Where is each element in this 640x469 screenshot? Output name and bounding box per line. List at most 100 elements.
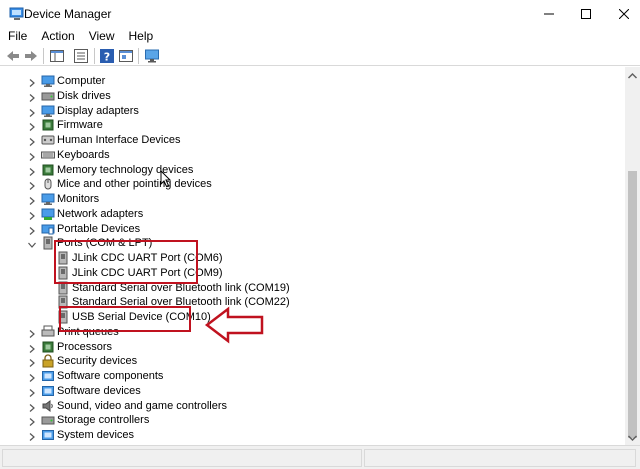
scan-hardware-icon[interactable]: [118, 48, 134, 64]
tree-category-item[interactable]: Disk drives: [0, 89, 600, 104]
monitor-icon[interactable]: [144, 48, 160, 64]
tree-item-label: Standard Serial over Bluetooth link (COM…: [72, 281, 290, 294]
menu-help[interactable]: Help: [122, 28, 161, 46]
chevron-right-icon[interactable]: [27, 372, 37, 382]
tree-category-item[interactable]: Display adapters: [0, 104, 600, 119]
chevron-right-icon[interactable]: [27, 343, 37, 353]
monitor-icon: [41, 192, 55, 206]
security-icon: [41, 354, 55, 368]
back-arrow-icon[interactable]: [5, 48, 21, 64]
title-bar[interactable]: Device Manager: [0, 0, 640, 28]
tree-category-item[interactable]: Memory technology devices: [0, 163, 600, 178]
tree-category-item[interactable]: Software components: [0, 369, 600, 384]
toolbar-separator: [43, 48, 44, 64]
forward-arrow-icon[interactable]: [23, 48, 39, 64]
system-device-icon: [41, 428, 55, 442]
tree-child-item[interactable]: Standard Serial over Bluetooth link (COM…: [0, 295, 600, 310]
tree-category-item[interactable]: Human Interface Devices: [0, 133, 600, 148]
tree-child-item[interactable]: JLink CDC UART Port (COM6): [0, 251, 600, 266]
port-icon: [56, 310, 70, 324]
chevron-right-icon[interactable]: [27, 77, 37, 87]
scroll-down-icon[interactable]: [627, 432, 638, 442]
tree-category-item[interactable]: Computer: [0, 74, 600, 89]
chevron-right-icon[interactable]: [27, 387, 37, 397]
menu-file[interactable]: File: [0, 28, 34, 46]
properties-pane-icon[interactable]: [49, 48, 65, 64]
status-bar: [0, 445, 640, 469]
tree-category-item[interactable]: Keyboards: [0, 148, 600, 163]
chevron-right-icon[interactable]: [27, 416, 37, 427]
tree-child-item[interactable]: JLink CDC UART Port (COM9): [0, 266, 600, 281]
chevron-right-icon[interactable]: [27, 151, 37, 161]
chevron-right-icon[interactable]: [27, 225, 37, 235]
hid-icon: [41, 133, 55, 147]
toolbar: ?: [0, 46, 640, 66]
software-component-icon: [41, 369, 55, 383]
chevron-right-icon[interactable]: [27, 166, 37, 176]
tree-item-label: Storage controllers: [57, 414, 150, 427]
tree-category-item[interactable]: Mice and other pointing devices: [0, 177, 600, 192]
firmware-icon: [41, 118, 55, 132]
close-button[interactable]: [601, 0, 640, 28]
chevron-right-icon[interactable]: [27, 357, 37, 368]
port-icon: [56, 266, 70, 280]
menu-bar: File Action View Help: [0, 28, 640, 46]
tree-category-item[interactable]: Monitors: [0, 192, 600, 207]
help-icon[interactable]: ?: [99, 48, 115, 64]
chevron-down-icon[interactable]: [27, 239, 37, 249]
chevron-right-icon[interactable]: [27, 328, 37, 338]
tree-category-item[interactable]: Sound, video and game controllers: [0, 399, 600, 414]
minimize-icon: [544, 13, 554, 15]
tree-child-item[interactable]: Standard Serial over Bluetooth link (COM…: [0, 281, 600, 296]
portable-device-icon: [41, 222, 55, 236]
tree-item-label: Sound, video and game controllers: [57, 399, 227, 412]
vertical-scrollbar[interactable]: [625, 67, 640, 445]
tree-category-item[interactable]: Software devices: [0, 384, 600, 399]
chevron-right-icon[interactable]: [27, 107, 37, 117]
tree-item-label: Software devices: [57, 384, 141, 397]
tree-category-item[interactable]: Network adapters: [0, 207, 600, 222]
tree-child-item[interactable]: USB Serial Device (COM10): [0, 310, 600, 325]
window-title: Device Manager: [24, 7, 112, 21]
tree-category-item[interactable]: Storage controllers: [0, 413, 600, 428]
chevron-right-icon[interactable]: [27, 121, 37, 132]
chevron-right-icon[interactable]: [27, 402, 37, 412]
tree-item-label: Portable Devices: [57, 222, 141, 235]
tree-item-label: JLink CDC UART Port (COM6): [72, 252, 223, 264]
scrollbar-thumb[interactable]: [628, 171, 637, 438]
menu-view[interactable]: View: [82, 28, 122, 46]
tree-item-label: JLink CDC UART Port (COM9): [72, 266, 223, 279]
close-icon: [619, 9, 629, 19]
tree-item-label: Firmware: [57, 119, 103, 132]
chevron-right-icon[interactable]: [27, 431, 37, 441]
tree-category-item[interactable]: Firmware: [0, 118, 600, 133]
sound-icon: [41, 399, 55, 413]
chevron-right-icon[interactable]: [27, 210, 37, 220]
tree-item-label: Human Interface Devices: [57, 134, 181, 146]
scroll-up-icon[interactable]: [627, 70, 638, 80]
chevron-right-icon[interactable]: [27, 180, 37, 191]
tree-category-item[interactable]: Print queues: [0, 325, 600, 340]
device-list-icon[interactable]: [73, 48, 89, 64]
toolbar-separator: [138, 48, 139, 64]
tree-item-label: Disk drives: [57, 89, 111, 102]
tree-category-item[interactable]: Ports (COM & LPT): [0, 236, 600, 251]
status-cell: [364, 449, 636, 467]
port-icon: [41, 236, 55, 250]
tree-category-item[interactable]: Portable Devices: [0, 222, 600, 237]
tree-item-label: Memory technology devices: [57, 163, 194, 176]
device-manager-window: Device Manager File Action View Help ? C…: [0, 0, 640, 469]
keyboard-icon: [41, 148, 55, 162]
tree-category-item[interactable]: System devices: [0, 428, 600, 443]
chevron-right-icon[interactable]: [27, 136, 37, 146]
tree-category-item[interactable]: Security devices: [0, 354, 600, 369]
tree-category-item[interactable]: Processors: [0, 340, 600, 355]
menu-action[interactable]: Action: [34, 28, 81, 46]
tree-item-label: Ports (COM & LPT): [57, 237, 153, 250]
chevron-right-icon[interactable]: [27, 92, 37, 102]
mouse-cursor-icon: [160, 170, 172, 188]
device-tree[interactable]: Computer Disk drives Display adapters Firmw…: [0, 67, 625, 445]
storage-icon: [41, 413, 55, 427]
chevron-right-icon[interactable]: [27, 195, 37, 205]
tree-item-label: Standard Serial over Bluetooth link (COM…: [72, 296, 290, 309]
